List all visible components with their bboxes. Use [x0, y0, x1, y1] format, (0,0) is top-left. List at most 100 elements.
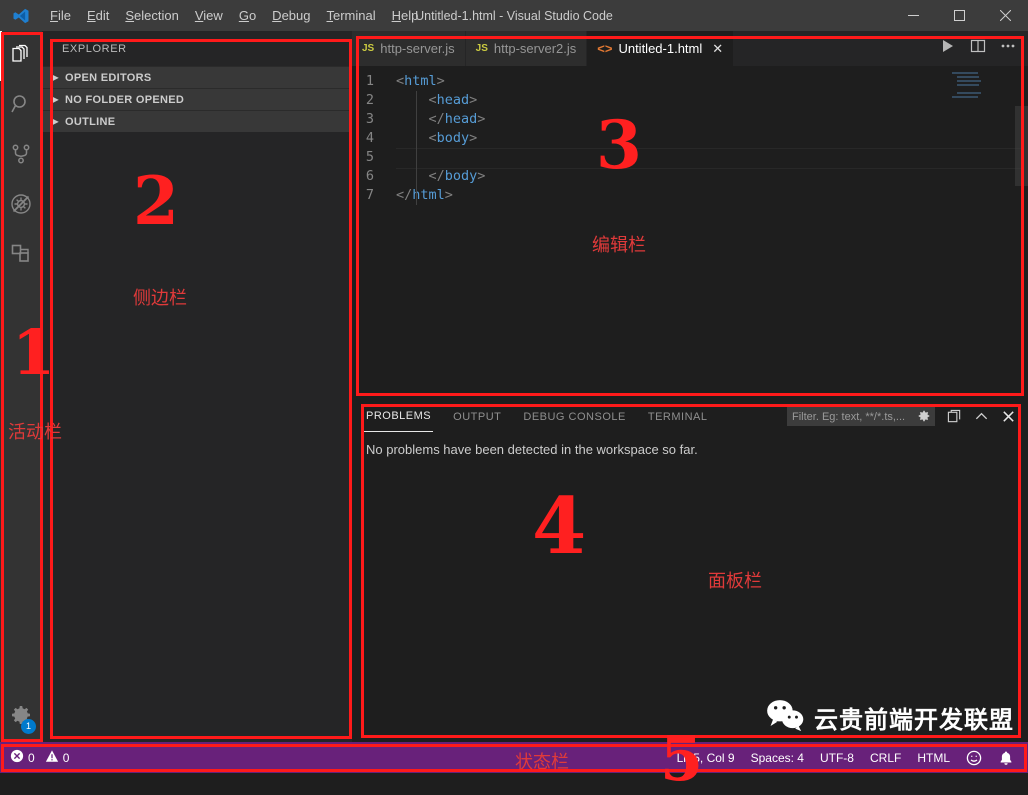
debug-icon [9, 192, 33, 221]
code-line: 2 <head> [352, 91, 1028, 110]
minimap-line [952, 96, 978, 98]
status-eol[interactable]: CRLF [870, 751, 901, 765]
bell-icon[interactable] [998, 750, 1014, 766]
watermark: 云贵前端开发联盟 [764, 698, 1014, 737]
close-icon[interactable] [1001, 409, 1016, 424]
chevron-right-icon: ▶ [52, 73, 59, 82]
minimap-line [957, 76, 979, 78]
minimize-button[interactable] [890, 0, 936, 31]
sidebar-section-no-folder-opened[interactable]: ▶ NO FOLDER OPENED [42, 88, 352, 110]
status-encoding[interactable]: UTF-8 [820, 751, 854, 765]
panel-tab-terminal[interactable]: TERMINAL [646, 401, 710, 432]
panel-actions: Filter. Eg: text, **/*.ts,... [787, 407, 1016, 426]
code-line: 3 </head> [352, 110, 1028, 129]
copy-icon[interactable] [947, 409, 962, 424]
panel-header: PROBLEMS OUTPUT DEBUG CONSOLE TERMINAL F… [352, 401, 1028, 432]
minimap[interactable] [952, 72, 1014, 401]
status-cursor-position[interactable]: Ln 5, Col 9 [677, 751, 735, 765]
vscode-logo-icon [0, 0, 42, 31]
editor-group: JS http-server.js JS http-server2.js <> … [352, 31, 1028, 401]
code-text: <head> [428, 92, 478, 108]
extensions-icon [9, 242, 33, 271]
chevron-up-icon[interactable] [974, 409, 989, 424]
problems-message: No problems have been detected in the wo… [366, 442, 698, 457]
editor-tab-http-server2-js[interactable]: JS http-server2.js [465, 31, 588, 66]
source-control-icon [9, 142, 33, 171]
code-content: 1 <html> 2 <head> 3 </head> 4 <body> 5 6… [352, 66, 1028, 205]
ellipsis-icon[interactable] [1000, 38, 1016, 59]
menu-item-view[interactable]: View [187, 4, 231, 28]
line-number: 2 [365, 92, 374, 108]
gear-icon[interactable] [917, 409, 931, 426]
code-line: 4 <body> [352, 129, 1028, 148]
activity-item-debug[interactable] [0, 181, 42, 231]
activity-item-explorer[interactable] [0, 31, 42, 81]
status-problems[interactable]: 0 0 [10, 749, 69, 766]
sidebar-title: EXPLORER [62, 42, 127, 55]
html-icon: <> [597, 41, 613, 56]
maximize-button[interactable] [936, 0, 982, 31]
editor-actions [928, 31, 1028, 66]
sidebar-section-label: OPEN EDITORS [65, 71, 152, 84]
panel-tab-debug-console[interactable]: DEBUG CONSOLE [521, 401, 627, 432]
title-bar: FFileile Edit Selection View Go Debug Te… [0, 0, 1028, 31]
minimap-line [957, 80, 981, 82]
line-number: 5 [365, 149, 374, 165]
menu-bar[interactable]: FFileile Edit Selection View Go Debug Te… [42, 0, 426, 31]
search-icon [9, 92, 33, 121]
code-text: </body> [396, 168, 486, 184]
panel: PROBLEMS OUTPUT DEBUG CONSOLE TERMINAL F… [352, 401, 1028, 742]
js-icon: JS [362, 43, 375, 54]
editor-tab-label: http-server2.js [493, 41, 577, 56]
smiley-icon[interactable] [966, 750, 982, 766]
line-number: 1 [365, 73, 374, 89]
panel-body: No problems have been detected in the wo… [352, 432, 1028, 467]
menu-item-edit[interactable]: Edit [79, 4, 117, 28]
sidebar-section-outline[interactable]: ▶ OUTLINE [42, 110, 352, 132]
sidebar-section-open-editors[interactable]: ▶ OPEN EDITORS [42, 66, 352, 88]
filter-input[interactable]: Filter. Eg: text, **/*.ts,... [787, 407, 935, 426]
line-number: 7 [365, 187, 374, 203]
menu-item-go[interactable]: Go [231, 4, 264, 28]
warning-count: 0 [62, 750, 70, 765]
indent-guide [416, 91, 417, 205]
editor-tab-http-server-js[interactable]: JS http-server.js [352, 31, 466, 66]
menu-item-help[interactable]: Help [384, 4, 427, 28]
line-number: 4 [365, 130, 374, 146]
menu-item-terminal[interactable]: Terminal [318, 4, 383, 28]
code-editor[interactable]: 1 <html> 2 <head> 3 </head> 4 <body> 5 6… [352, 66, 1028, 401]
line-number: 6 [365, 168, 374, 184]
editor-tab-bar: JS http-server.js JS http-server2.js <> … [352, 31, 1028, 66]
manage-badge: 1 [21, 719, 36, 734]
activity-item-manage[interactable]: 1 [0, 692, 42, 742]
menu-item-selection[interactable]: Selection [117, 4, 186, 28]
panel-tab-output[interactable]: OUTPUT [451, 401, 503, 432]
activity-item-source-control[interactable] [0, 131, 42, 181]
line-number: 3 [365, 111, 374, 127]
activity-item-extensions[interactable] [0, 231, 42, 281]
play-icon[interactable] [940, 38, 956, 59]
editor-tab-close-icon[interactable]: ✕ [712, 41, 723, 57]
menu-item-debug[interactable]: Debug [264, 4, 318, 28]
editor-scrollbar[interactable] [1015, 106, 1028, 186]
editor-tab-label: http-server.js [380, 41, 455, 56]
error-count: 0 [28, 750, 35, 765]
split-editor-icon[interactable] [970, 38, 986, 59]
activity-item-search[interactable] [0, 81, 42, 131]
panel-tab-problems[interactable]: PROBLEMS [364, 401, 434, 432]
code-text: <body> [428, 130, 478, 146]
filter-placeholder: Filter. Eg: text, **/*.ts,... [792, 410, 906, 423]
wechat-icon [764, 698, 806, 737]
files-icon [9, 42, 33, 71]
code-text [396, 148, 1022, 169]
editor-tab-untitled-1-html[interactable]: <> Untitled-1.html ✕ [587, 31, 735, 66]
status-indentation[interactable]: Spaces: 4 [751, 751, 804, 765]
status-language-mode[interactable]: HTML [917, 751, 950, 765]
code-line: 6 </body> [352, 167, 1028, 186]
watermark-text: 云贵前端开发联盟 [814, 706, 1014, 734]
menu-item-file[interactable]: FFileile [42, 4, 79, 28]
chevron-right-icon: ▶ [52, 95, 59, 104]
minimap-line [957, 92, 981, 94]
status-bar-left: 0 0 [0, 749, 69, 766]
close-button[interactable] [982, 0, 1028, 31]
